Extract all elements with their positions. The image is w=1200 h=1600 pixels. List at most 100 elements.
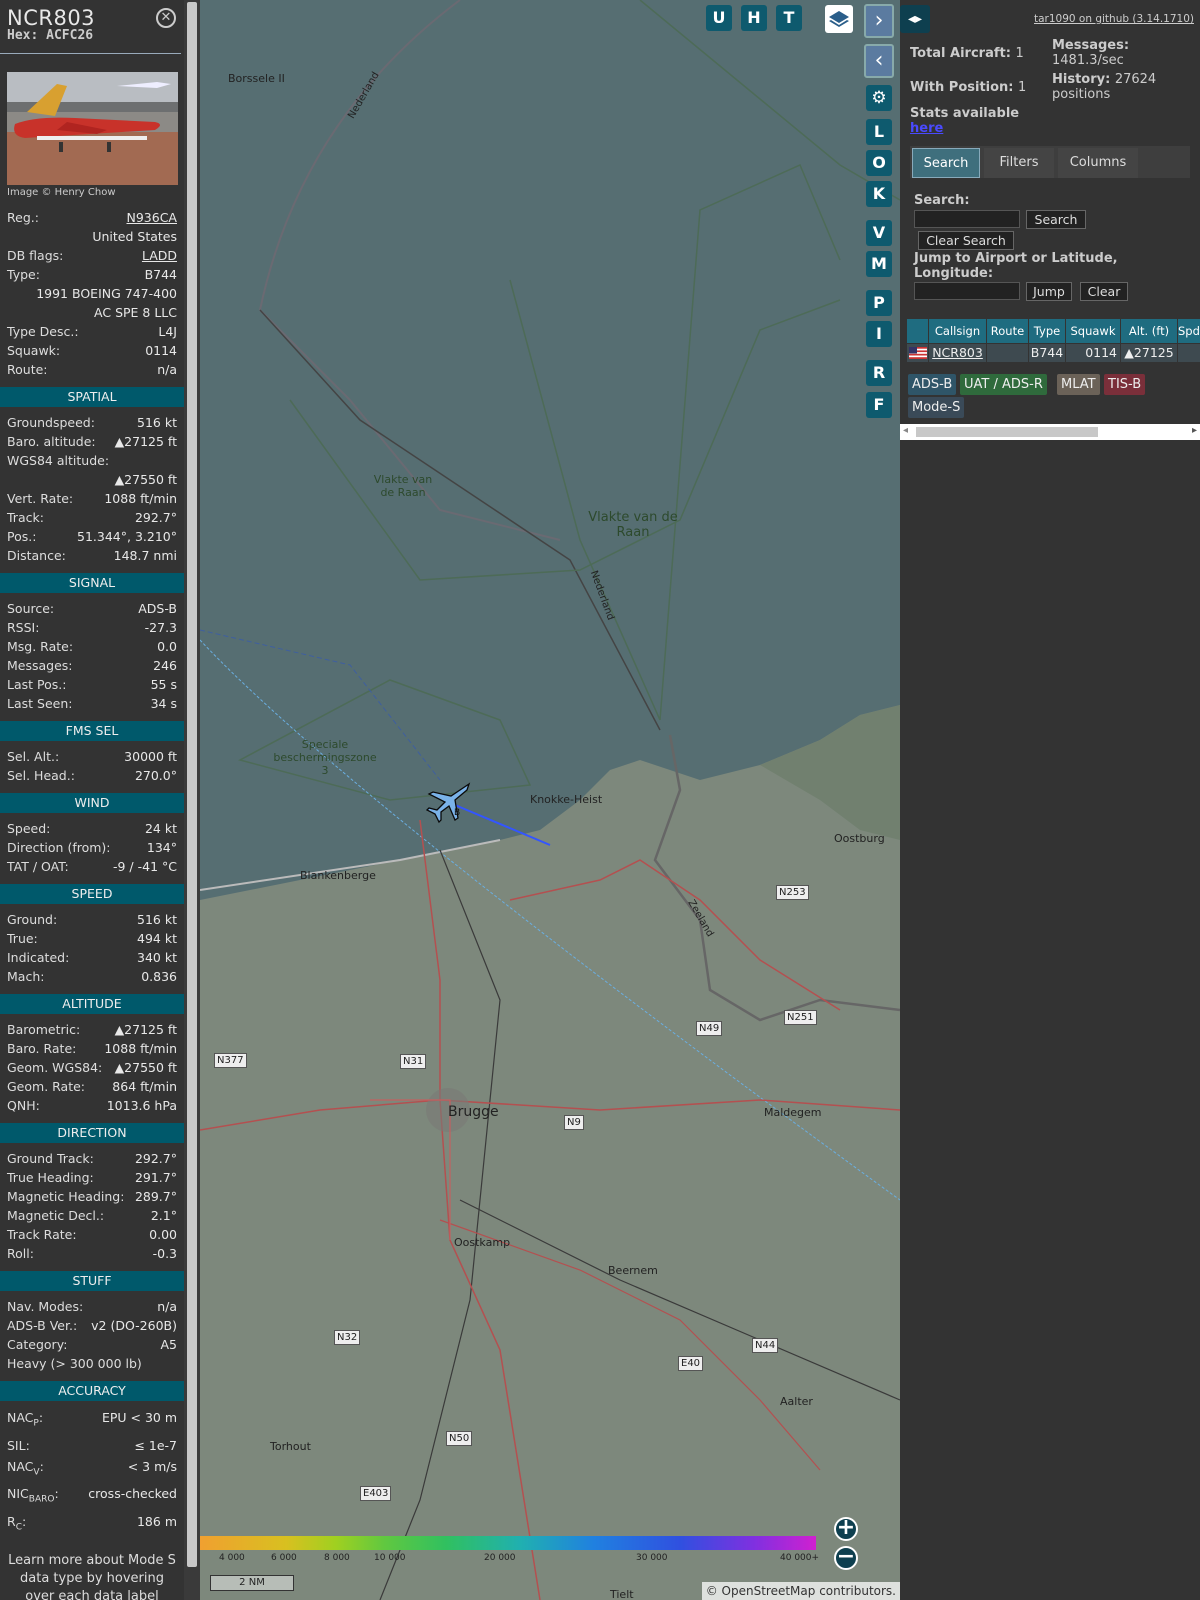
detail-row: Mach: 0.836: [7, 967, 177, 986]
detail-label: Sel. Head.:: [7, 768, 75, 783]
sil-value: ≤ 1e-7: [134, 1437, 177, 1453]
column-header-callsign[interactable]: Callsign: [929, 319, 986, 343]
source-badge-mlat: MLAT: [1057, 374, 1100, 395]
toggle-l-button[interactable]: L: [866, 119, 892, 145]
tab-search[interactable]: Search: [912, 148, 980, 178]
image-credit: Image © Henry Chow: [7, 187, 116, 198]
map-label-beernem: Beernem: [608, 1264, 658, 1277]
airplane-icon[interactable]: [425, 782, 473, 824]
scroll-left-icon[interactable]: ◂: [903, 425, 908, 436]
flag-icon: [907, 344, 928, 362]
settings-button[interactable]: ⚙: [866, 85, 892, 111]
toggle-u-button[interactable]: U: [706, 5, 732, 31]
toggle-k-button[interactable]: K: [866, 181, 892, 207]
fms-rows: Sel. Alt.: 30000 ft Sel. Head.: 270.0°: [0, 747, 184, 785]
detail-label: Last Seen:: [7, 696, 73, 711]
toggle-t-button[interactable]: T: [776, 5, 802, 31]
jump-button[interactable]: Jump: [1026, 282, 1072, 301]
toggle-h-button[interactable]: H: [741, 5, 767, 31]
github-link[interactable]: tar1090 on github (3.14.1710): [1034, 13, 1194, 25]
osm-link[interactable]: OpenStreetMap: [722, 1584, 816, 1598]
chevron-left-icon: ‹: [874, 48, 884, 73]
spatial-rows: Groundspeed: 516 kt Baro. altitude: ▲27125 …: [0, 413, 184, 565]
detail-row: Ground Track: 292.7°: [7, 1149, 177, 1168]
column-header-route[interactable]: Route: [987, 319, 1028, 343]
toggle-m-button[interactable]: M: [866, 251, 892, 277]
detail-value: 1088 ft/min: [104, 491, 177, 506]
road-label: N44: [752, 1338, 779, 1353]
jump-input[interactable]: [914, 282, 1020, 300]
road-label: N9: [564, 1115, 584, 1130]
toggle-i-button[interactable]: I: [866, 321, 892, 347]
panel-tabs: Search Filters Columns: [910, 146, 1190, 178]
collapse-panel-button[interactable]: ‹: [864, 44, 894, 78]
close-icon[interactable]: ✕: [156, 8, 176, 28]
search-label: Search:: [914, 193, 970, 208]
aircraft-photo[interactable]: [7, 72, 178, 185]
source-badge-tisb: TIS-B: [1104, 374, 1146, 395]
column-header-flag[interactable]: [907, 319, 928, 343]
scrollbar-thumb[interactable]: [187, 2, 197, 1567]
map-label-blankenberge: Blankenberge: [300, 869, 376, 882]
detail-label: Sel. Alt.:: [7, 749, 60, 764]
detail-label: Distance:: [7, 548, 66, 563]
scrollbar-thumb[interactable]: [916, 427, 1098, 437]
toggle-o-button[interactable]: O: [866, 150, 892, 176]
detail-value: 516 kt: [137, 912, 177, 927]
toggle-layout-button[interactable]: ◂▸: [900, 5, 930, 33]
detail-value: 51.344°, 3.210°: [77, 529, 177, 544]
detail-row: Baro. Rate: 1088 ft/min: [7, 1039, 177, 1058]
detail-row: Nav. Modes: n/a: [7, 1297, 177, 1316]
detail-row: QNH: 1013.6 hPa: [7, 1096, 177, 1115]
detail-value: 24 kt: [144, 821, 177, 836]
detail-row: Source: ADS-B: [7, 599, 177, 618]
detail-label: RSSI:: [7, 620, 40, 635]
zoom-out-button[interactable]: −: [834, 1546, 858, 1570]
detail-value: ▲27125 ft: [114, 1022, 177, 1037]
layers-button[interactable]: [825, 5, 853, 33]
search-input[interactable]: [914, 210, 1020, 228]
registration-link[interactable]: N936CA: [127, 208, 178, 227]
column-header-altitude[interactable]: Alt. (ft): [1121, 319, 1177, 343]
aircraft-header: NCR803 Hex: ACFC26 ✕: [0, 0, 181, 54]
clear-button[interactable]: Clear: [1080, 282, 1128, 301]
toggle-r-button[interactable]: R: [866, 360, 892, 386]
detail-row: RSSI: -27.3: [7, 618, 177, 637]
toggle-v-button[interactable]: V: [866, 220, 892, 246]
map-label-aalter: Aalter: [780, 1395, 813, 1408]
sidebar-scrollbar[interactable]: [184, 0, 200, 1600]
country: United States: [92, 229, 177, 244]
stats-link[interactable]: here: [910, 121, 943, 136]
tab-columns[interactable]: Columns: [1058, 148, 1138, 178]
column-header-squawk[interactable]: Squawk: [1066, 319, 1120, 343]
clear-search-button[interactable]: Clear Search: [918, 231, 1014, 250]
detail-row: Baro. altitude: ▲27125 ft: [7, 432, 177, 451]
road-label: E40: [678, 1356, 704, 1371]
accuracy-rows: NACP: EPU < 30 m SIL: ≤ 1e-7 NACV: < 3 m/s …: [0, 1407, 184, 1538]
toggle-p-button[interactable]: P: [866, 290, 892, 316]
column-header-speed[interactable]: Spd: [1178, 319, 1200, 343]
detail-row: Messages: 246: [7, 656, 177, 675]
signal-rows: Source: ADS-B RSSI: -27.3 Msg. Rate: 0.0 Messa…: [0, 599, 184, 713]
map-view[interactable]: Borssele II Nederland Vlakte van de Raan…: [200, 0, 900, 1600]
tab-filters[interactable]: Filters: [984, 148, 1054, 178]
row-callsign[interactable]: NCR803: [929, 344, 986, 362]
detail-row: True: 494 kt: [7, 929, 177, 948]
aircraft-marker[interactable]: [425, 782, 473, 828]
search-button[interactable]: Search: [1026, 210, 1086, 229]
dbflags-link[interactable]: LADD: [142, 246, 177, 265]
expand-panel-button[interactable]: ›: [864, 4, 894, 38]
column-header-type[interactable]: Type: [1029, 319, 1065, 343]
toggle-f-button[interactable]: F: [866, 392, 892, 418]
scroll-right-icon[interactable]: ▸: [1192, 425, 1197, 436]
table-horizontal-scrollbar[interactable]: ◂ ▸: [900, 424, 1200, 440]
altitude-scale-labels: 4 000 6 000 8 000 10 000 20 000 30 000 4…: [200, 1553, 820, 1565]
detail-label: Groundspeed:: [7, 415, 95, 430]
detail-value: 0.836: [141, 969, 177, 984]
detail-row: Track Rate: 0.00: [7, 1225, 177, 1244]
detail-label: True:: [7, 931, 38, 946]
detail-value: ▲27550 ft: [114, 1060, 177, 1075]
zoom-in-button[interactable]: +: [834, 1517, 858, 1541]
detail-value: 270.0°: [134, 768, 177, 783]
detail-label: True Heading:: [7, 1170, 94, 1185]
